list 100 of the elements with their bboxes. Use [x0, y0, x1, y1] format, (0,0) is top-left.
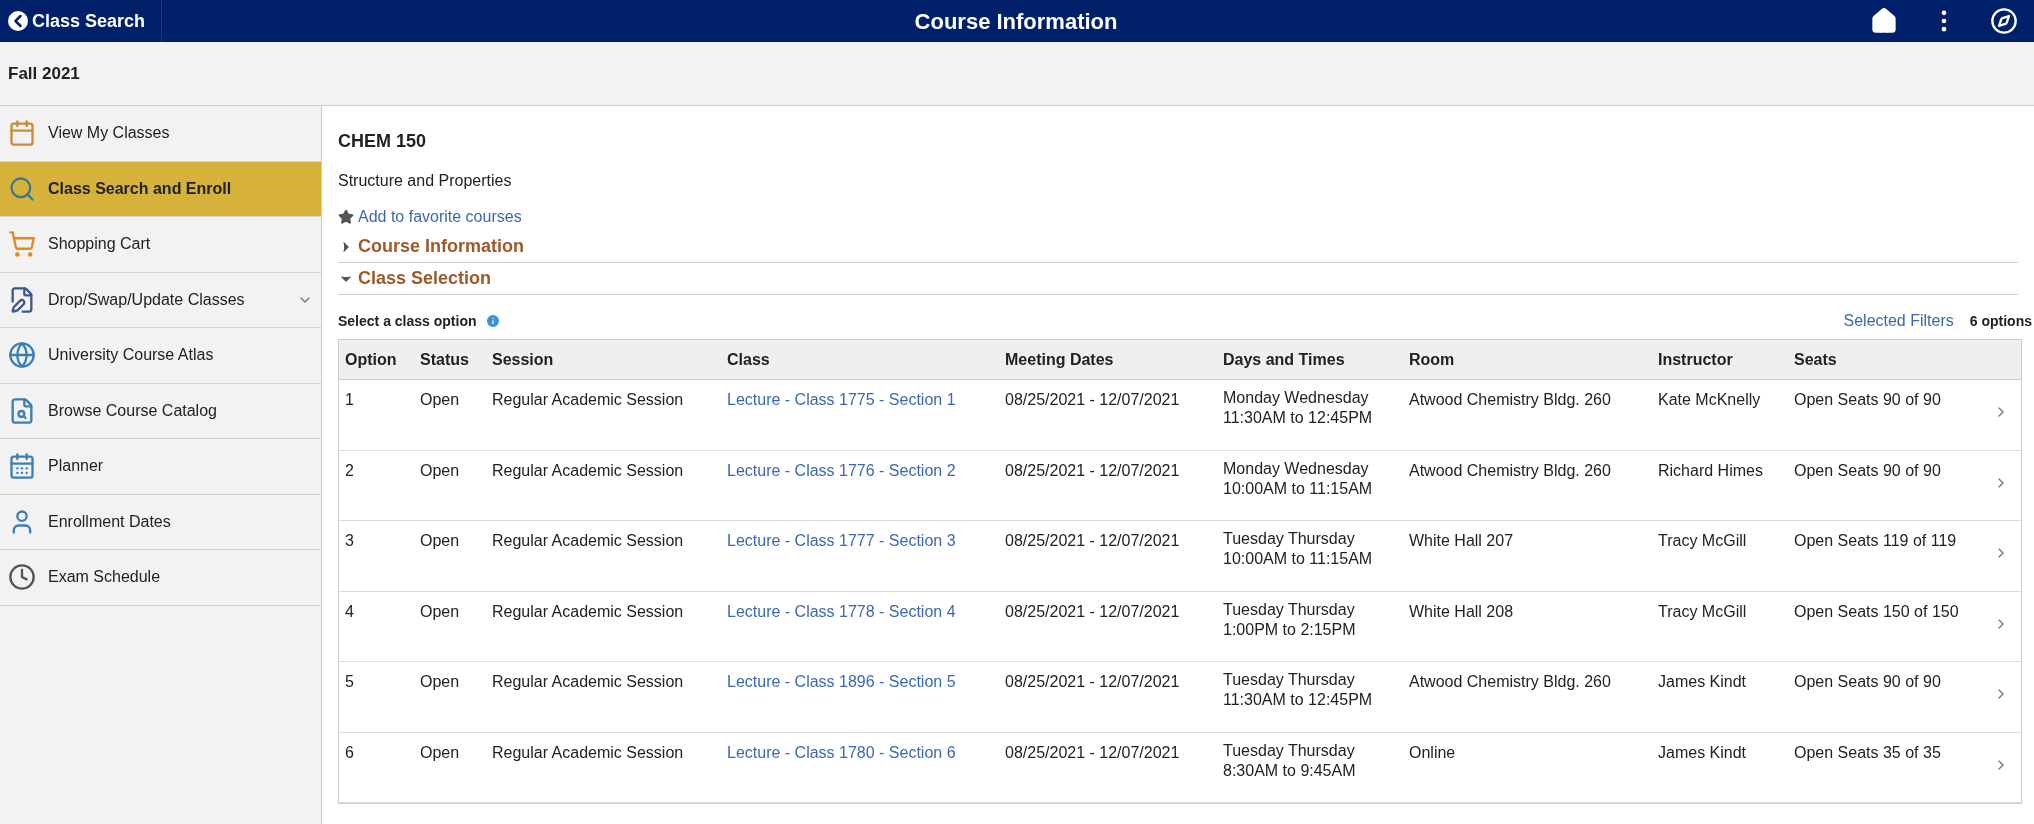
table-row[interactable]: 3 Open Regular Academic Session Lecture - Class 1777 - Section 3 08/25/2021 - 12/07/2021 Tuesday Thursday 10:00AM to 11:15AM White Hall 207 Tracy McGill Open Seats 119 of 119	[339, 521, 2021, 592]
globe-icon	[8, 341, 36, 370]
table-cell: Tuesday Thursday	[1223, 599, 1355, 620]
table-cell: Open	[420, 391, 460, 408]
column-header: Room	[1409, 350, 1455, 368]
table-cell: Open	[420, 461, 460, 479]
table-cell: Tuesday Thursday	[1223, 670, 1355, 690]
table-cell: 08/25/2021 - 12/07/2021	[1005, 602, 1180, 620]
table-cell: Tracy McGill	[1658, 602, 1747, 620]
table-cell: 10:00AM to 11:15AM	[1223, 549, 1373, 569]
table-cell: Atwood Chemistry Bldg. 260	[1409, 673, 1611, 690]
class-link[interactable]: Lecture - Class 1777 - Section 3	[727, 532, 956, 549]
table-cell: Tuesday Thursday	[1223, 529, 1355, 549]
table-cell: 08/25/2021 - 12/07/2021	[1005, 461, 1180, 479]
table-cell: White Hall 207	[1409, 532, 1514, 549]
table-cell-text: Open Seats 35 of 35	[1794, 742, 1941, 763]
table-cell: 11:30AM to 12:45PM	[1223, 690, 1373, 710]
table-row[interactable]: 2 Open Regular Academic Session Lecture - Class 1776 - Section 2 08/25/2021 - 12/07/2021 Monday Wednesday 10:00AM to 11:15AM Atwood Chemistry Bldg. 260 Richard Himes Open Seats 90 of 90	[339, 450, 2021, 521]
table-cell: Regular Academic Session	[492, 673, 684, 690]
table-cell-text: Open Seats 90 of 90	[1794, 672, 1941, 692]
column-header: Instructor	[1658, 350, 1733, 368]
table-cell: James Kindt	[1658, 673, 1747, 690]
table-cell: 3	[345, 532, 354, 549]
table-row[interactable]: 1 Open Regular Academic Session Lecture - Class 1775 - Section 1 08/25/2021 - 12/07/2021 Monday Wednesday 11:30AM to 12:45PM Atwood Chemistry Bldg. 260 Kate McKnelly Open Seats 90 of 90	[339, 380, 2021, 451]
table-row[interactable]: 4 Open Regular Academic Session Lecture - Class 1778 - Section 4 08/25/2021 - 12/07/2021 Tuesday Thursday 1:00PM to 2:15PM White Hall 208 Tracy McGill Open Seats 150 of 150	[339, 591, 2021, 662]
table-cell: Regular Academic Session	[492, 743, 684, 761]
table-row[interactable]: 5 Open Regular Academic Session Lecture - Class 1896 - Section 5 08/25/2021 - 12/07/2021 Tuesday Thursday 11:30AM to 12:45PM Atwood Chemistry Bldg. 260 James Kindt Open Seats 90 of 90	[339, 662, 2021, 733]
table-cell: White Hall 208	[1409, 602, 1514, 620]
compass-icon[interactable]	[1990, 7, 2018, 35]
table-cell: Richard Himes	[1658, 461, 1763, 479]
cart-icon	[8, 230, 36, 259]
section-header[interactable]: Class Selection	[338, 263, 2018, 295]
search-icon	[8, 174, 36, 203]
table-cell: Regular Academic Session	[492, 602, 684, 620]
table-cell: Online	[1409, 743, 1456, 761]
table-cell-text: Open Seats 150 of 150	[1794, 601, 1959, 622]
table-cell-text: Open Seats 90 of 90	[1794, 460, 1941, 481]
table-cell: Monday Wednesday	[1223, 388, 1369, 408]
table-cell: Tuesday Thursday	[1223, 740, 1355, 761]
selected-filters-link[interactable]: Selected Filters	[1843, 309, 1954, 333]
table-cell-text: Open Seats 90 of 90	[1794, 390, 1941, 410]
favorite-link[interactable]: Add to favorite courses	[358, 205, 522, 229]
class-link[interactable]: Lecture - Class 1776 - Section 2	[727, 461, 956, 479]
table-cell: Tracy McGill	[1658, 532, 1747, 549]
back-icon	[8, 11, 28, 31]
table-cell: 08/25/2021 - 12/07/2021	[1005, 673, 1180, 690]
table-cell: Open	[420, 532, 460, 549]
column-header: Days and Times	[1223, 350, 1345, 368]
sidebar-item[interactable]: University Course Atlas	[0, 328, 321, 384]
sidebar-item[interactable]: Drop/Swap/Update Classes	[0, 272, 321, 328]
section-header[interactable]: Course Information	[338, 231, 2018, 263]
table-cell: Kate McKnelly	[1658, 391, 1761, 408]
table-caption: Select a class option	[338, 311, 477, 331]
table-cell: James Kindt	[1658, 743, 1747, 761]
column-header: Status	[420, 350, 469, 368]
table-cell: Open	[420, 602, 460, 620]
page-title: Course Information	[914, 7, 1118, 36]
table-cell: 08/25/2021 - 12/07/2021	[1005, 391, 1180, 408]
table-cell: 08/25/2021 - 12/07/2021	[1005, 743, 1180, 761]
table-cell: 5	[345, 673, 354, 690]
table-cell-text: Open Seats 119 of 119	[1794, 531, 1957, 551]
calendar-icon	[8, 452, 36, 481]
column-header: Meeting Dates	[1005, 350, 1114, 368]
table-cell: 11:30AM to 12:45PM	[1223, 408, 1373, 428]
column-header: Class	[727, 350, 770, 368]
sidebar-item[interactable]: Browse Course Catalog	[0, 383, 321, 439]
table-cell: Open	[420, 743, 460, 761]
table-cell: 1:00PM to 2:15PM	[1223, 619, 1356, 640]
info-icon[interactable]	[484, 313, 501, 329]
course-code: CHEM 150	[338, 130, 427, 153]
table-row[interactable]: 6 Open Regular Academic Session Lecture - Class 1780 - Section 6 08/25/2021 - 12/07/2021 Tuesday Thursday 8:30AM to 9:45AM Online James Kindt Open Seats 35 of 35	[339, 732, 2021, 803]
table-cell: Monday Wednesday	[1223, 458, 1369, 479]
table-cell: Regular Academic Session	[492, 391, 684, 408]
table-cell: 8:30AM to 9:45AM	[1223, 760, 1356, 781]
table-cell: Regular Academic Session	[492, 532, 684, 549]
class-link[interactable]: Lecture - Class 1775 - Section 1	[727, 391, 956, 408]
table-cell: 08/25/2021 - 12/07/2021	[1005, 532, 1180, 549]
options-count: 6 options	[1969, 311, 2032, 331]
clock-icon	[8, 563, 36, 592]
term-label: Fall 2021	[8, 62, 80, 85]
table-cell: Open	[420, 673, 460, 690]
table-cell: 6	[345, 743, 354, 761]
sidebar-item[interactable]: Shopping Cart	[0, 217, 321, 273]
table-cell: 4	[345, 602, 354, 620]
table-cell: 10:00AM to 11:15AM	[1223, 478, 1373, 499]
sidebar-item[interactable]: View My Classes	[0, 106, 321, 162]
table-cell: Regular Academic Session	[492, 461, 684, 479]
table-cell: Atwood Chemistry Bldg. 260	[1409, 461, 1611, 479]
sidebar-item[interactable]: Planner	[0, 439, 321, 495]
sidebar-item[interactable]: Class Search and Enroll	[0, 161, 321, 217]
sidebar-item[interactable]: Enrollment Dates	[0, 494, 321, 550]
table-cell: Atwood Chemistry Bldg. 260	[1409, 391, 1611, 408]
sidebar-item[interactable]: Exam Schedule	[0, 550, 321, 606]
column-header: Option	[345, 350, 397, 368]
class-link[interactable]: Lecture - Class 1780 - Section 6	[727, 743, 956, 761]
calendar-icon	[8, 119, 36, 148]
class-link[interactable]: Lecture - Class 1896 - Section 5	[727, 673, 956, 690]
class-link[interactable]: Lecture - Class 1778 - Section 4	[727, 602, 956, 620]
home-icon[interactable]	[1870, 7, 1898, 35]
column-header: Session	[492, 350, 554, 368]
